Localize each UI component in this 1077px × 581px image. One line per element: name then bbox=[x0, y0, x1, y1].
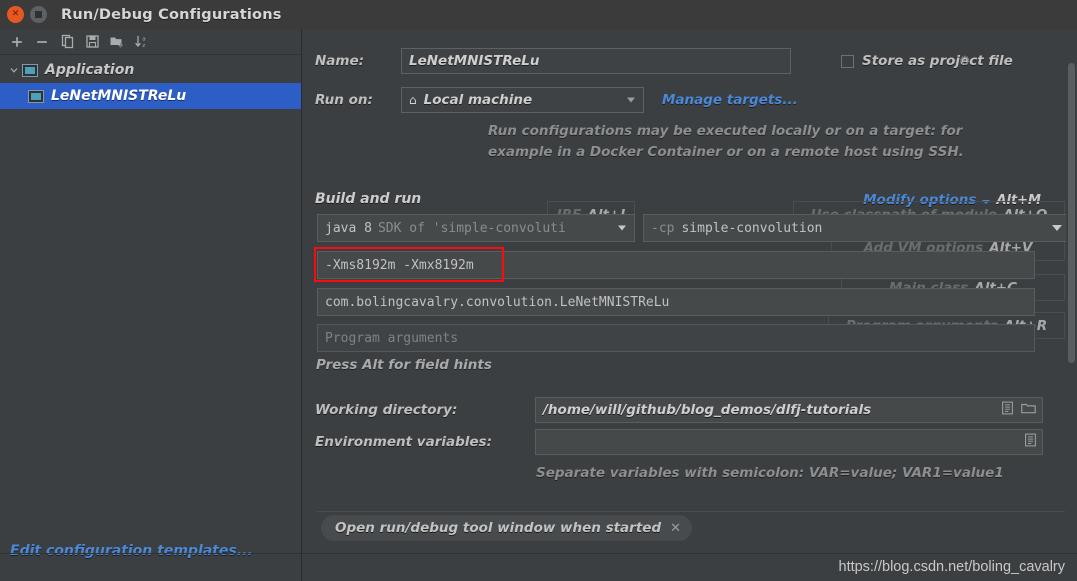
sidebar: a z Application LeNetMNISTReLu Edit conf… bbox=[0, 29, 302, 581]
close-icon[interactable]: ✕ bbox=[7, 6, 24, 23]
store-as-project-file-label: Store as project file bbox=[862, 53, 948, 69]
modify-options-group[interactable]: Modify options Alt+M bbox=[863, 192, 1041, 208]
open-tool-window-chip[interactable]: Open run/debug tool window when started … bbox=[321, 515, 692, 541]
add-configuration-button[interactable] bbox=[6, 31, 28, 52]
open-tool-window-label: Open run/debug tool window when started bbox=[335, 520, 661, 536]
classpath-prefix: -cp bbox=[651, 221, 674, 236]
gear-icon[interactable]: ⚙ bbox=[959, 54, 971, 69]
main-scrollbar-thumb[interactable] bbox=[1068, 63, 1075, 363]
application-node-icon bbox=[22, 64, 38, 77]
name-input-value: LeNetMNISTReLu bbox=[409, 53, 539, 69]
chevron-down-icon[interactable] bbox=[982, 200, 990, 204]
configuration-node-icon bbox=[28, 90, 44, 103]
macro-icon[interactable] bbox=[1002, 402, 1013, 419]
run-on-combobox[interactable]: ⌂ Local machine bbox=[401, 87, 644, 113]
run-debug-configurations-window: ✕ Run/Debug Configurations bbox=[0, 0, 1077, 581]
title-bar: ✕ Run/Debug Configurations bbox=[0, 0, 1077, 29]
manage-targets-link[interactable]: Manage targets... bbox=[662, 92, 798, 108]
tree-item-label: Application bbox=[45, 62, 134, 78]
run-on-label: Run on: bbox=[315, 92, 401, 108]
working-directory-row: Working directory: /home/will/github/blo… bbox=[315, 397, 1075, 423]
working-directory-value: /home/will/github/blog_demos/dlfj-tutori… bbox=[543, 402, 871, 418]
chevron-down-icon[interactable] bbox=[627, 98, 635, 103]
maximize-icon[interactable] bbox=[30, 6, 47, 23]
classpath-value: simple-convolution bbox=[681, 221, 822, 236]
edit-variables-icon[interactable] bbox=[1025, 434, 1036, 451]
configuration-form: Name: LeNetMNISTReLu Store as project fi… bbox=[303, 29, 1077, 581]
tree-item-lenetmnistrelu[interactable]: LeNetMNISTReLu bbox=[0, 83, 301, 109]
run-on-description: Run configurations may be executed local… bbox=[488, 121, 1048, 163]
new-folder-button[interactable] bbox=[106, 31, 128, 52]
name-label: Name: bbox=[315, 53, 401, 69]
environment-variables-row: Environment variables: bbox=[315, 429, 1075, 455]
run-on-row: Run on: ⌂ Local machine Manage targets..… bbox=[315, 87, 1075, 113]
sort-configurations-button[interactable]: a z bbox=[131, 31, 153, 52]
section-divider bbox=[317, 511, 1065, 512]
run-on-value: Local machine bbox=[424, 92, 533, 108]
main-class-value: com.bolingcavalry.convolution.LeNetMNIST… bbox=[325, 295, 669, 310]
press-alt-hint: Press Alt for field hints bbox=[316, 357, 492, 373]
tree-item-label: LeNetMNISTReLu bbox=[51, 88, 186, 104]
main-class-input[interactable]: com.bolingcavalry.convolution.LeNetMNIST… bbox=[317, 288, 1035, 316]
modify-options-link[interactable]: Modify options bbox=[863, 192, 976, 208]
environment-variables-label: Environment variables: bbox=[315, 434, 535, 450]
name-input[interactable]: LeNetMNISTReLu bbox=[401, 48, 791, 74]
tree-item-application[interactable]: Application bbox=[0, 57, 301, 83]
environment-variables-icons bbox=[1025, 434, 1036, 451]
program-arguments-placeholder: Program arguments bbox=[325, 331, 458, 346]
close-icon[interactable]: ✕ bbox=[670, 521, 681, 536]
store-as-project-file-checkbox[interactable] bbox=[841, 55, 854, 68]
chevron-down-icon[interactable] bbox=[1052, 225, 1062, 231]
main-scrollbar-track[interactable] bbox=[1066, 29, 1077, 553]
working-directory-label: Working directory: bbox=[315, 402, 535, 418]
chevron-down-icon[interactable] bbox=[6, 65, 22, 75]
svg-text:z: z bbox=[142, 43, 145, 49]
program-arguments-input[interactable]: Program arguments bbox=[317, 324, 1035, 352]
configurations-tree: Application LeNetMNISTReLu bbox=[0, 55, 301, 109]
name-row: Name: LeNetMNISTReLu Store as project fi… bbox=[315, 48, 1075, 74]
sdk-value-primary: java 8 bbox=[325, 221, 372, 236]
vm-options-input[interactable]: -Xms8192m -Xmx8192m bbox=[317, 251, 1035, 279]
description-line-2: example in a Docker Container or on a re… bbox=[488, 142, 1048, 163]
remove-configuration-button[interactable] bbox=[31, 31, 53, 52]
environment-variables-input[interactable] bbox=[535, 429, 1043, 455]
sdk-value-secondary: SDK of 'simple-convoluti bbox=[378, 221, 566, 236]
build-and-run-title: Build and run bbox=[315, 191, 421, 207]
watermark: https://blog.csdn.net/boling_cavalry bbox=[839, 559, 1066, 575]
sidebar-toolbar: a z bbox=[0, 29, 301, 55]
window-controls: ✕ bbox=[0, 6, 47, 23]
modify-options-shortcut: Alt+M bbox=[996, 193, 1041, 208]
local-machine-icon: ⌂ bbox=[409, 93, 417, 107]
working-directory-input[interactable]: /home/will/github/blog_demos/dlfj-tutori… bbox=[535, 397, 1043, 423]
environment-variables-hint: Separate variables with semicolon: VAR=v… bbox=[536, 465, 1004, 481]
window-title: Run/Debug Configurations bbox=[61, 7, 282, 23]
save-configuration-button[interactable] bbox=[81, 31, 103, 52]
jre-sdk-combobox[interactable]: java 8 SDK of 'simple-convoluti bbox=[317, 214, 635, 242]
copy-configuration-button[interactable] bbox=[56, 31, 78, 52]
chevron-down-icon[interactable] bbox=[618, 226, 626, 231]
svg-text:a: a bbox=[142, 36, 145, 42]
working-directory-icons bbox=[1002, 402, 1036, 419]
vm-options-value: -Xms8192m -Xmx8192m bbox=[325, 258, 474, 273]
description-line-1: Run configurations may be executed local… bbox=[488, 121, 1048, 142]
classpath-module-combobox[interactable]: -cp simple-convolution bbox=[643, 214, 1073, 242]
store-as-project-file-group[interactable]: Store as project file ⚙ bbox=[841, 53, 971, 69]
browse-folder-icon[interactable] bbox=[1021, 402, 1036, 419]
